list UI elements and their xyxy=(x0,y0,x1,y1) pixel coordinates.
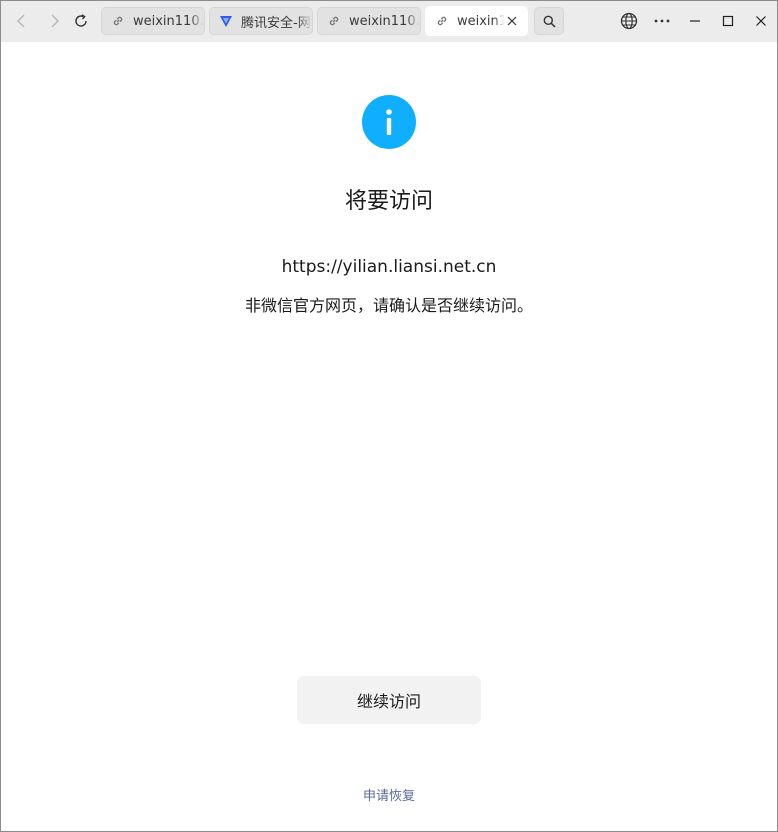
close-icon xyxy=(756,16,766,26)
tab-label: 腾讯安全-网址安全中心 xyxy=(241,15,312,31)
window-close-button[interactable] xyxy=(750,10,772,32)
tab-label: weixin110.qq.com xyxy=(349,13,420,29)
search-icon xyxy=(543,15,556,28)
minimize-icon xyxy=(690,20,700,22)
maximize-button[interactable] xyxy=(717,10,739,32)
tab-bar: weixin110.qq.com 腾讯安全-网址安全中心 weixin11 xyxy=(1,1,777,42)
forward-arrow-icon xyxy=(51,14,59,28)
tab-label: weixin110.qq.com xyxy=(457,13,504,29)
close-icon xyxy=(507,16,517,26)
page-title: 将要访问 xyxy=(344,189,433,214)
tab-4-active[interactable]: weixin110.qq.com xyxy=(425,6,528,36)
more-icon xyxy=(654,19,670,23)
maximize-icon xyxy=(722,15,734,27)
more-button[interactable] xyxy=(651,10,673,32)
apply-restore-link[interactable]: 申请恢复 xyxy=(1,787,777,807)
page-content: 将要访问 https://yilian.liansi.net.cn 非微信官方网… xyxy=(1,42,777,831)
info-icon xyxy=(362,95,416,149)
link-icon xyxy=(111,14,125,28)
reload-icon xyxy=(75,14,87,27)
link-icon xyxy=(435,14,449,28)
tab-close-button[interactable] xyxy=(504,13,520,29)
tab-2[interactable]: 腾讯安全-网址安全中心 xyxy=(209,7,313,35)
tab-1[interactable]: weixin110.qq.com xyxy=(101,7,205,35)
back-arrow-icon xyxy=(17,14,25,28)
globe-button[interactable] xyxy=(618,10,640,32)
link-icon xyxy=(327,14,341,28)
tab-search-button[interactable] xyxy=(534,7,564,35)
target-url: https://yilian.liansi.net.cn xyxy=(281,257,497,277)
minimize-button[interactable] xyxy=(684,10,706,32)
tab-3[interactable]: weixin110.qq.com xyxy=(317,7,421,35)
forward-button[interactable] xyxy=(42,9,66,33)
back-button[interactable] xyxy=(10,9,34,33)
warning-message: 非微信官方网页，请确认是否继续访问。 xyxy=(244,296,533,315)
browser-window: weixin110.qq.com 腾讯安全-网址安全中心 weixin11 xyxy=(0,0,778,832)
continue-visit-button[interactable]: 继续访问 xyxy=(297,676,481,724)
globe-icon xyxy=(620,12,638,30)
reload-button[interactable] xyxy=(69,9,93,33)
tencent-shield-icon xyxy=(219,14,233,28)
tab-label: weixin110.qq.com xyxy=(133,13,204,29)
